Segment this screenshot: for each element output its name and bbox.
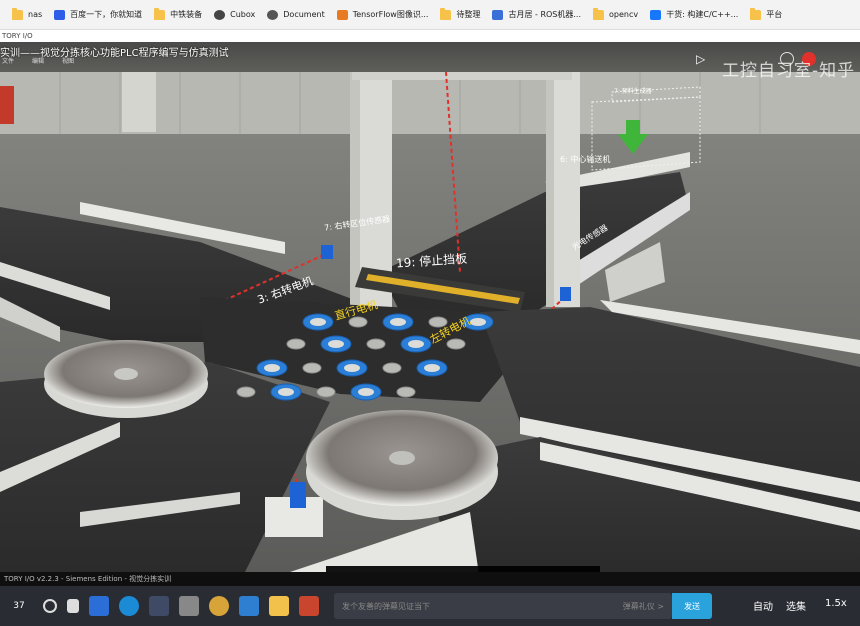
sorter-wheel-hub <box>310 318 326 326</box>
player-control-bar: 37 发个友善的弹幕见证当下 弹幕礼仪 > 发送 <box>0 586 860 626</box>
folder-icon <box>154 7 166 20</box>
sorter-wheel-hub <box>390 318 406 326</box>
bookmark-item[interactable]: 百度一下，你就知道 <box>48 4 148 26</box>
bookmark-label: Cubox <box>230 10 256 19</box>
sorter-wheel-hub <box>344 364 360 372</box>
page: nas 百度一下，你就知道 中铁装备 Cubox Document TensorFlow图… <box>0 0 860 626</box>
auto-quality-button[interactable]: 自动 <box>753 598 773 613</box>
fire-extinguisher <box>0 86 14 124</box>
back-door <box>122 72 156 132</box>
label-material-generator: 7: 预料生成器 <box>614 88 652 95</box>
label-center-conveyor: 6: 中心输送机 <box>560 155 611 164</box>
sorter-roller <box>366 338 386 350</box>
file-icon[interactable] <box>67 599 79 613</box>
bookmark-label: 百度一下，你就知道 <box>70 10 143 19</box>
tensorflow-icon <box>336 9 348 20</box>
zhihu-icon <box>650 9 662 20</box>
sorter-wheel-hub <box>278 388 294 396</box>
send-button[interactable]: 发送 <box>672 593 712 619</box>
watermark: 工控自习室-知乎 <box>722 61 856 81</box>
bookmark-item[interactable]: 待整理 <box>434 4 486 26</box>
turntable-front <box>306 410 498 520</box>
bookmark-label: 干货: 构建C/C++... <box>666 10 739 19</box>
powerpoint-icon[interactable] <box>299 596 319 616</box>
bookmark-item[interactable]: Cubox <box>208 4 261 26</box>
sorter-wheel-hub <box>328 340 344 348</box>
vs-icon[interactable] <box>149 596 169 616</box>
bookmark-label: 古月居 - ROS机器... <box>508 10 582 19</box>
bookmark-label: TensorFlow图像识... <box>352 10 429 19</box>
turntable-left <box>44 340 208 418</box>
sorter-wheel-hub <box>424 364 440 372</box>
app-menu-row: 文件 编辑 视图 <box>2 56 74 65</box>
bookmark-label: 待整理 <box>456 10 481 19</box>
app-icon-3[interactable] <box>239 596 259 616</box>
sorter-roller <box>446 338 466 350</box>
sorter-wheel-hub <box>408 340 424 348</box>
sorter-roller <box>382 362 402 374</box>
globe-icon <box>267 9 279 20</box>
bookmark-item[interactable]: 平台 <box>744 4 788 26</box>
folder-icon <box>440 7 452 20</box>
bookmarks-bar: nas 百度一下，你就知道 中铁装备 Cubox Document TensorFlow图… <box>0 0 860 30</box>
folder-icon <box>12 7 23 20</box>
sorter-roller <box>236 386 256 398</box>
bookmark-item[interactable]: 干货: 构建C/C++... <box>644 4 744 26</box>
cubox-icon <box>214 9 226 20</box>
bookmark-item[interactable]: 古月居 - ROS机器... <box>486 4 587 26</box>
bookmark-label: 平台 <box>766 10 783 19</box>
sensor-front <box>290 482 306 508</box>
bookmark-label: nas <box>28 10 43 19</box>
menu-edit[interactable]: 编辑 <box>32 56 44 65</box>
baidu-icon <box>54 9 66 20</box>
bookmark-label: 中铁装备 <box>170 10 203 19</box>
bookmark-label: opencv <box>609 10 639 19</box>
sorter-roller <box>396 386 416 398</box>
bookmark-item[interactable]: nas <box>6 4 48 26</box>
menu-file[interactable]: 文件 <box>2 56 14 65</box>
sensor-top-left <box>321 245 333 259</box>
search-icon[interactable] <box>43 599 57 613</box>
menu-view[interactable]: 视图 <box>62 56 74 65</box>
folder-icon <box>750 7 762 20</box>
app-icon-1[interactable] <box>179 596 199 616</box>
video-player[interactable]: 7: 预料生成器 6: 中心输送机 7: 右转区位传感器 19: 停止挡板 3:… <box>0 42 860 582</box>
sorter-wheel-hub <box>358 388 374 396</box>
danmu-input[interactable]: 发个友善的弹幕见证当下 弹幕礼仪 > <box>334 593 672 619</box>
danmu-placeholder: 发个友善的弹幕见证当下 <box>342 601 430 611</box>
bookmark-item[interactable]: TensorFlow图像识... <box>331 4 435 26</box>
edge-icon[interactable] <box>119 596 139 616</box>
sorter-roller <box>302 362 322 374</box>
playback-speed-button[interactable]: 1.5x <box>825 598 847 609</box>
time-display: 37 <box>13 601 25 611</box>
sorter-roller <box>316 386 336 398</box>
app-status-strip: TORY I/O v2.2.3 - Siemens Edition - 视觉分拣… <box>0 572 860 586</box>
bookmark-item[interactable]: 中铁装备 <box>148 4 208 26</box>
bookmark-label: Document <box>283 10 325 19</box>
folder-icon <box>593 7 605 20</box>
danmu-etiquette-link[interactable]: 弹幕礼仪 > <box>623 601 664 612</box>
play-icon[interactable]: ▷ <box>696 52 710 66</box>
bookmark-item[interactable]: Document <box>261 4 330 26</box>
top-beam <box>352 72 572 80</box>
factory-scene <box>0 42 860 582</box>
grid-icon <box>492 9 504 20</box>
app-icon-2[interactable] <box>209 596 229 616</box>
taskview-icon[interactable] <box>89 596 109 616</box>
sensor-right <box>560 287 571 301</box>
episode-select-button[interactable]: 选集 <box>786 598 806 613</box>
sorter-roller <box>286 338 306 350</box>
app-title-strip: TORY I/O <box>0 30 860 42</box>
sorter-wheel-hub <box>264 364 280 372</box>
folder-icon[interactable] <box>269 596 289 616</box>
bookmark-item[interactable]: opencv <box>587 4 644 26</box>
